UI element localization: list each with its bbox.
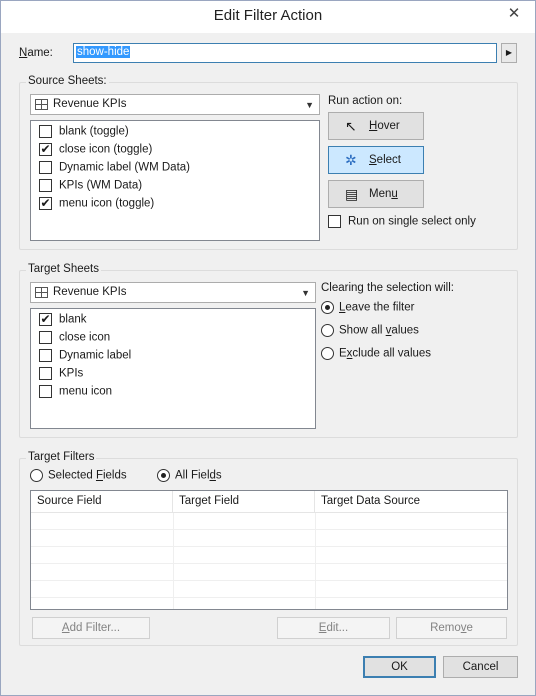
target-filters-grid: Source Field Target Field Target Data So… [30,490,508,610]
worksheet-icon [35,99,48,110]
worksheet-icon [35,287,48,298]
radio[interactable] [157,469,170,482]
add-filter-button[interactable]: Add Filter... [32,617,150,639]
name-input-value: show-hide [76,46,131,58]
hover-button[interactable]: ↖ Hover [328,112,424,140]
target-filters-title: Target Filters [26,451,97,463]
source-sheet-item[interactable]: ✔ menu icon (toggle) [39,197,154,215]
pointer-icon: ↖ [345,118,357,134]
checkbox[interactable] [39,161,52,174]
close-icon[interactable]: ✕ [505,5,523,23]
select-click-icon: ✲ [345,152,357,168]
checkbox[interactable]: ✔ [39,143,52,156]
remove-button[interactable]: Remove [396,617,507,639]
table-row [31,513,507,530]
checkbox[interactable] [39,331,52,344]
source-sheet-item[interactable]: blank (toggle) [39,125,129,143]
source-sheets-title: Source Sheets: [26,75,109,87]
single-select-checkbox[interactable] [328,215,341,228]
dialog-title: Edit Filter Action [213,7,323,24]
clearing-label: Clearing the selection will: [321,282,454,294]
target-sheet-item[interactable]: menu icon [39,385,112,403]
source-sheets-list: blank (toggle) ✔ close icon (toggle) Dyna… [30,120,320,241]
show-all-values-radio[interactable]: Show all values [321,324,419,337]
menu-button[interactable]: ▤ Menu [328,180,424,208]
single-select-option[interactable]: Run on single select only [328,215,476,228]
radio[interactable] [321,347,334,360]
name-label: Name: [19,47,53,59]
column-header-source-field[interactable]: Source Field [31,491,173,513]
menu-icon: ▤ [345,186,359,202]
selected-fields-radio[interactable]: Selected Fields [30,469,127,482]
select-button[interactable]: ✲ Select [328,146,424,174]
chevron-down-icon: ▼ [305,100,314,110]
table-row [31,581,507,598]
target-sheets-title: Target Sheets [26,263,101,275]
checkbox[interactable]: ✔ [39,313,52,326]
name-input[interactable]: show-hide [73,43,497,63]
target-sheet-item[interactable]: Dynamic label [39,349,131,367]
checkbox[interactable] [39,179,52,192]
chevron-down-icon: ▼ [301,288,310,298]
checkbox[interactable] [39,125,52,138]
source-sheets-combo-value: Revenue KPIs [53,98,127,110]
source-sheet-item[interactable]: KPIs (WM Data) [39,179,142,197]
column-header-target-data-source[interactable]: Target Data Source [315,491,507,513]
checkbox[interactable] [39,349,52,362]
title-bar: Edit Filter Action ✕ [1,1,535,33]
leave-filter-radio[interactable]: Leave the filter [321,301,414,314]
table-row [31,530,507,547]
edit-button[interactable]: Edit... [277,617,390,639]
table-row [31,547,507,564]
source-sheet-item[interactable]: ✔ close icon (toggle) [39,143,152,161]
source-sheet-item[interactable]: Dynamic label (WM Data) [39,161,190,179]
target-sheets-list: ✔ blank close icon Dynamic label KPIs men… [30,308,316,429]
target-sheet-item[interactable]: ✔ blank [39,313,87,331]
checkbox[interactable]: ✔ [39,197,52,210]
target-sheet-item[interactable]: close icon [39,331,110,349]
checkbox[interactable] [39,367,52,380]
run-action-label: Run action on: [328,95,403,107]
radio[interactable] [321,324,334,337]
exclude-all-values-radio[interactable]: Exclude all values [321,347,431,360]
all-fields-radio[interactable]: All Fields [157,469,222,482]
radio[interactable] [30,469,43,482]
radio[interactable] [321,301,334,314]
column-header-target-field[interactable]: Target Field [173,491,315,513]
edit-filter-action-dialog: Edit Filter Action ✕ Name: show-hide ▶ S… [0,0,536,696]
source-sheets-combo[interactable]: Revenue KPIs ▼ [30,94,320,115]
target-sheet-item[interactable]: KPIs [39,367,83,385]
ok-button[interactable]: OK [363,656,436,678]
checkbox[interactable] [39,385,52,398]
target-sheets-combo-value: Revenue KPIs [53,286,127,298]
table-row [31,564,507,581]
target-sheets-combo[interactable]: Revenue KPIs ▼ [30,282,316,303]
cancel-button[interactable]: Cancel [443,656,518,678]
insert-menu-button[interactable]: ▶ [501,43,517,63]
